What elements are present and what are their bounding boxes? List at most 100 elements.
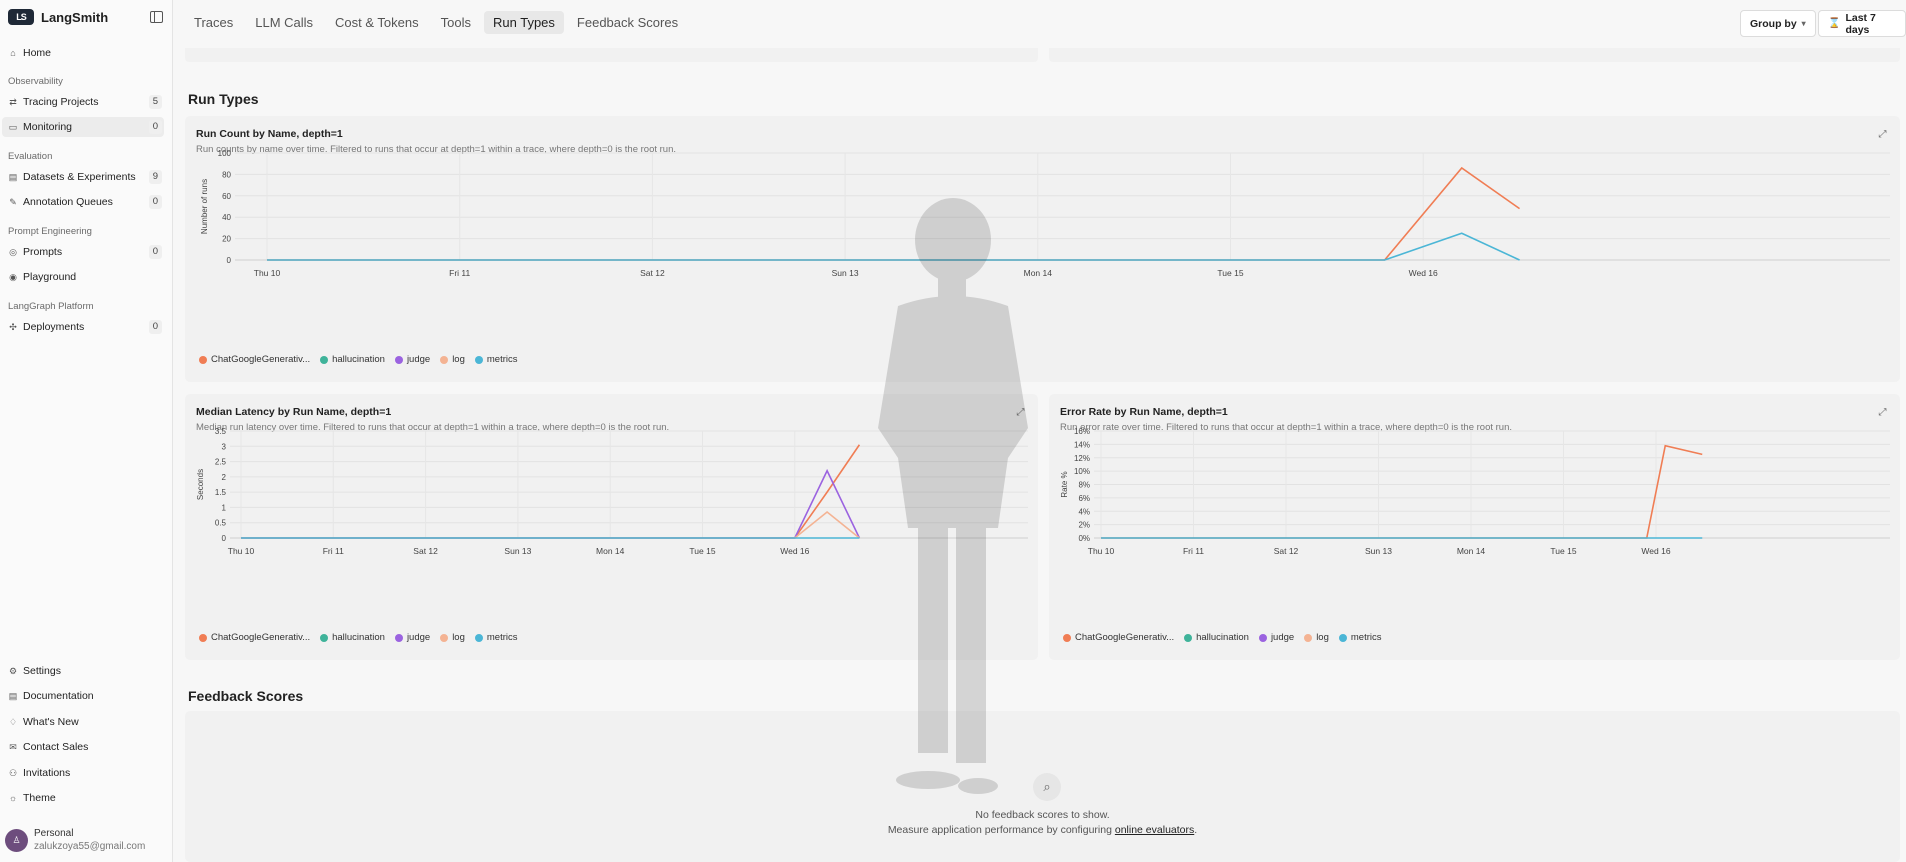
tab-tools[interactable]: Tools [432, 11, 480, 34]
sidebar-item-label: Datasets & Experiments [23, 171, 136, 183]
legend-item[interactable]: log [1304, 632, 1329, 643]
empty-hint-text: Measure application performance by confi… [887, 824, 1112, 836]
legend-dot [1184, 633, 1193, 642]
y-tick-label: 1 [222, 503, 227, 512]
tracing-icon: ⇄ [9, 96, 17, 107]
count-badge: 0 [148, 245, 162, 259]
empty-message: No feedback scores to show. [975, 809, 1110, 821]
legend-item[interactable]: ChatGoogleGenerativ... [1063, 632, 1174, 643]
legend-item[interactable]: metrics [474, 354, 518, 365]
tab-feedback-scores[interactable]: Feedback Scores [568, 11, 687, 34]
y-tick-label: 0% [1078, 534, 1090, 543]
count-badge: 5 [148, 95, 162, 109]
sidebar-item-settings[interactable]: ⚙ Settings [2, 661, 164, 681]
y-axis-label: Seconds [196, 469, 205, 500]
tab-traces[interactable]: Traces [185, 11, 242, 34]
x-tick-label: Sun 13 [1365, 546, 1392, 556]
sidebar-item-contact-sales[interactable]: ✉ Contact Sales [2, 737, 164, 757]
hourglass-icon: ⌛ [1828, 18, 1841, 29]
sidebar-item-label: Documentation [23, 690, 94, 702]
home-icon: ⌂ [10, 48, 16, 58]
legend-dot [1063, 633, 1071, 642]
legend-item[interactable]: judge [394, 354, 430, 365]
sidebar-item-home[interactable]: ⌂ Home [2, 43, 164, 63]
count-badge: 9 [148, 170, 162, 184]
run-count-chart-card: Run Count by Name, depth=1 Run counts by… [185, 116, 1900, 382]
feedback-empty-state: ⌕ No feedback scores to show. Measure ap… [185, 711, 1900, 862]
legend-label: log [452, 354, 465, 365]
legend-label: metrics [486, 354, 518, 365]
legend-item[interactable]: log [440, 632, 465, 643]
prompt-icon: ◎ [9, 246, 17, 257]
y-tick-label: 0 [222, 534, 227, 543]
legend-item[interactable]: hallucination [320, 632, 385, 643]
sidebar-item-playground[interactable]: ◉ Playground [2, 267, 164, 287]
sidebar-item-invitations[interactable]: ⚇ Invitations [2, 763, 164, 783]
legend-dot [320, 355, 329, 364]
y-axis-label: Rate % [1060, 471, 1069, 497]
sidebar-collapse-icon[interactable] [150, 11, 163, 23]
user-menu[interactable]: ♙ Personal zalukzoya55@gmail.com [5, 827, 145, 853]
tab-llm-calls[interactable]: LLM Calls [246, 11, 322, 34]
y-tick-label: 100 [218, 149, 232, 158]
error-rate-chart-card: Error Rate by Run Name, depth=1 Run erro… [1049, 394, 1900, 660]
legend-item[interactable]: judge [1258, 632, 1294, 643]
legend-item[interactable]: judge [394, 632, 431, 643]
y-tick-label: 80 [222, 170, 231, 179]
y-tick-label: 60 [222, 192, 231, 201]
legend-label: hallucination [332, 632, 385, 643]
legend-label: judge [406, 632, 431, 643]
y-tick-label: 2.5 [215, 458, 227, 467]
y-axis-label: Number of runs [200, 179, 209, 234]
legend-item[interactable]: hallucination [320, 354, 385, 365]
x-tick-label: Wed 16 [1409, 268, 1438, 278]
sidebar-item-datasets[interactable]: ▤ Datasets & Experiments 9 [2, 167, 164, 187]
y-tick-label: 14% [1074, 440, 1090, 449]
sidebar-item-prompts[interactable]: ◎ Prompts 0 [2, 242, 164, 262]
legend-item[interactable]: log [440, 354, 465, 365]
section-prompt-engineering: Prompt Engineering [8, 226, 92, 237]
x-tick-label: Sat 12 [640, 268, 665, 278]
sidebar-item-deployments[interactable]: ✣ Deployments 0 [2, 317, 164, 337]
online-evaluators-link[interactable]: online evaluators [1115, 824, 1194, 836]
sidebar-item-label: Settings [23, 665, 61, 677]
legend-label: hallucination [1196, 632, 1249, 643]
sidebar-item-documentation[interactable]: ▤ Documentation [2, 686, 164, 706]
sidebar-item-tracing-projects[interactable]: ⇄ Tracing Projects 5 [2, 92, 164, 112]
legend-item[interactable]: ChatGoogleGenerativ... [199, 632, 310, 643]
sidebar-item-annotation-queues[interactable]: ✎ Annotation Queues 0 [2, 192, 164, 212]
x-tick-label: Wed 16 [780, 546, 809, 556]
error-rate-chart: 0% 2% 4% 6% 8% 10% 12% 14% 16% Thu 10 Fri 11 Sat 12… [1060, 427, 1890, 556]
tab-bar: Traces LLM Calls Cost & Tokens Tools Run… [185, 11, 687, 34]
tab-run-types[interactable]: Run Types [484, 11, 564, 34]
y-tick-label: 0.5 [215, 519, 227, 528]
y-tick-label: 10% [1074, 467, 1090, 476]
sidebar-item-theme[interactable]: ☼ Theme [2, 788, 164, 808]
sidebar-item-label: Deployments [23, 321, 85, 333]
group-by-button[interactable]: Group by ▾ [1740, 10, 1816, 37]
legend-label: log [452, 632, 465, 643]
sidebar-item-label: Monitoring [23, 121, 73, 133]
legend-item[interactable]: metrics [1338, 632, 1382, 643]
y-tick-label: 12% [1074, 454, 1090, 463]
legend-label: ChatGoogleGenerativ... [211, 632, 311, 643]
x-tick-label: Fri 11 [1183, 546, 1204, 556]
median-latency-chart-card: Median Latency by Run Name, depth=1 Medi… [185, 394, 1038, 660]
series-line [267, 232, 1520, 261]
x-tick-label: Thu 10 [228, 546, 255, 556]
legend-item[interactable]: ChatGoogleGenerativ... [199, 354, 310, 365]
legend-item[interactable]: hallucination [1184, 632, 1249, 643]
sidebar-item-monitoring[interactable]: ▭ Monitoring 0 [2, 117, 164, 137]
date-range-button[interactable]: ⌛ Last 7 days [1818, 10, 1906, 37]
x-tick-label: Wed 16 [1641, 546, 1670, 556]
chart-legend: ChatGoogleGenerativ... hallucination judge… [199, 354, 518, 365]
bell-icon: ♢ [8, 716, 18, 727]
sidebar-item-whats-new[interactable]: ♢ What's New [2, 712, 164, 732]
tab-cost-tokens[interactable]: Cost & Tokens [326, 11, 428, 34]
gear-icon: ⚙ [8, 665, 18, 676]
sidebar: LS LangSmith ⌂ Home Observability ⇄ Trac… [0, 0, 173, 862]
legend-item[interactable]: metrics [474, 632, 518, 643]
brand[interactable]: LS LangSmith [8, 9, 108, 25]
x-tick-label: Tue 15 [1550, 546, 1576, 556]
y-tick-label: 16% [1074, 427, 1090, 436]
